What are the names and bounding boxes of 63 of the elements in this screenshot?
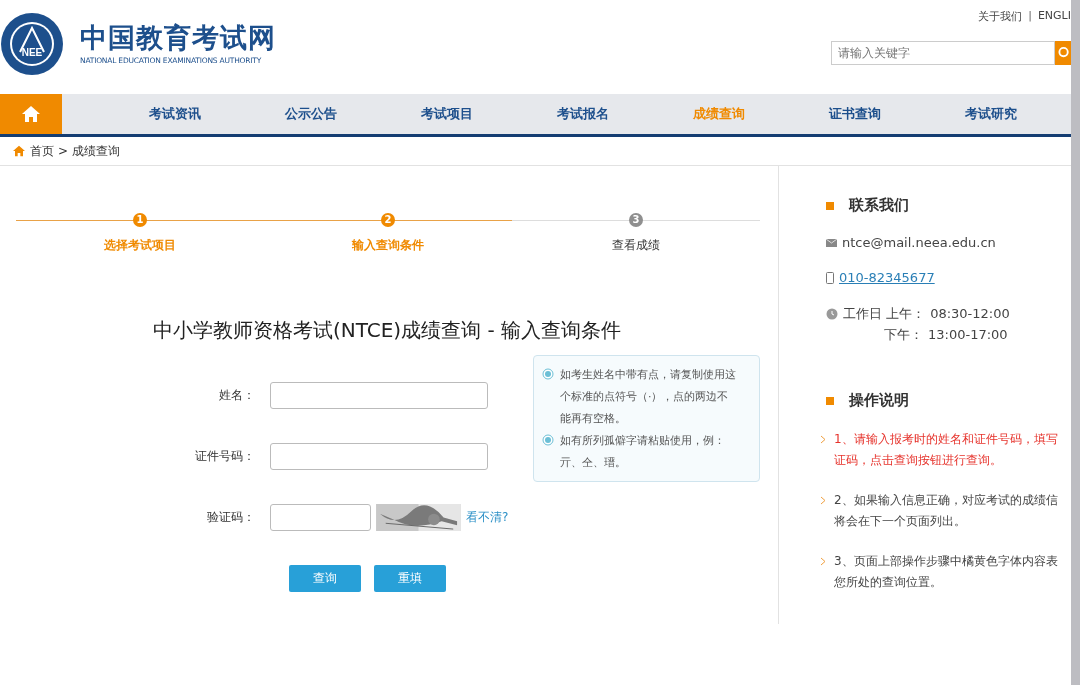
hours-label: 工作日 上午： (843, 305, 926, 323)
instruction-text: 证码，点击查询按钮进行查询。 (834, 452, 1003, 469)
nav-tab[interactable]: 考试资讯 (107, 94, 243, 134)
chevron-icon (820, 557, 826, 566)
step-label: 输入查询条件 (352, 237, 424, 254)
step-number: 2 (381, 213, 395, 227)
tip-text: 如考生姓名中带有点，请复制使用这 (560, 367, 736, 383)
nav-tab[interactable]: 考试研究 (923, 94, 1059, 134)
form-title: 中小学教师资格考试(NTCE)成绩查询 - 输入查询条件 (151, 317, 623, 344)
section-title: 联系我们 (849, 196, 909, 215)
field-label: 姓名： (218, 387, 256, 404)
nav-tab[interactable]: 考试报名 (515, 94, 651, 134)
email-text: ntce@mail.neea.edu.cn (842, 235, 996, 250)
bullet-icon (542, 368, 554, 380)
home-icon (21, 105, 41, 123)
captcha-field[interactable] (270, 504, 371, 531)
breadcrumb-link[interactable]: 首页 (30, 142, 54, 160)
section-title: 操作说明 (849, 391, 909, 410)
field-label: 证件号码： (194, 448, 256, 465)
breadcrumb-current: 成绩查询 (72, 142, 121, 160)
nav-tab[interactable]: 公示公告 (243, 94, 379, 134)
hours-label: 下午： (884, 326, 923, 344)
search-button[interactable] (1055, 41, 1071, 65)
bullet-icon (542, 434, 554, 446)
hours-time: 08:30-12:00 (930, 305, 1010, 323)
input-field[interactable] (270, 382, 488, 409)
field-label: 验证码： (206, 509, 256, 526)
phone-link[interactable]: 010-82345677 (839, 270, 935, 285)
top-link[interactable]: ENGLI (1037, 9, 1071, 24)
tip-text: 亓、仝、瑨。 (560, 455, 627, 471)
breadcrumb-separator: > (58, 144, 69, 158)
instruction-text: 1、请输入报考时的姓名和证件号码，填写 (834, 431, 1058, 448)
site-title: 中国教育考试网 (80, 22, 276, 54)
step-label: 查看成绩 (612, 237, 660, 254)
hours-time: 13:00-17:00 (928, 326, 1008, 344)
emblem-logo: NEE (0, 12, 64, 76)
tip-text: 能再有空格。 (560, 411, 627, 427)
envelope-icon (826, 238, 837, 247)
chevron-icon (820, 496, 826, 505)
instruction-text: 将会在下一个页面列出。 (834, 513, 967, 530)
chevron-icon (820, 435, 826, 444)
square-icon (826, 396, 834, 405)
tip-text: 个标准的点符号（·），点的两边不 (560, 389, 730, 405)
scrollbar[interactable] (1071, 0, 1080, 685)
home-button[interactable] (0, 94, 62, 134)
instruction-text: 您所处的查询位置。 (834, 574, 943, 591)
instruction-text: 3、页面上部操作步骤中橘黄色字体内容表 (834, 553, 1058, 570)
instruction-text: 2、如果输入信息正确，对应考试的成绩信 (834, 492, 1058, 509)
search-field[interactable]: 请输入关键字 (831, 41, 1055, 65)
step-label: 选择考试项目 (104, 237, 176, 254)
nav-tab[interactable]: 考试项目 (379, 94, 515, 134)
step-number: 1 (133, 213, 147, 227)
clock-icon (826, 307, 838, 320)
tip-text: 如有所列孤僻字请粘贴使用，例： (560, 433, 725, 449)
link-separator: | (1028, 9, 1032, 24)
square-icon (826, 201, 834, 210)
home-icon (12, 145, 26, 157)
nav-tab[interactable]: 证书查询 (787, 94, 923, 134)
top-link[interactable]: 关于我们 (978, 9, 1023, 24)
input-field[interactable] (270, 443, 488, 470)
step-number: 3 (629, 213, 643, 227)
refresh-captcha-link[interactable]: 看不清? (466, 509, 509, 526)
phone-icon (826, 271, 834, 284)
